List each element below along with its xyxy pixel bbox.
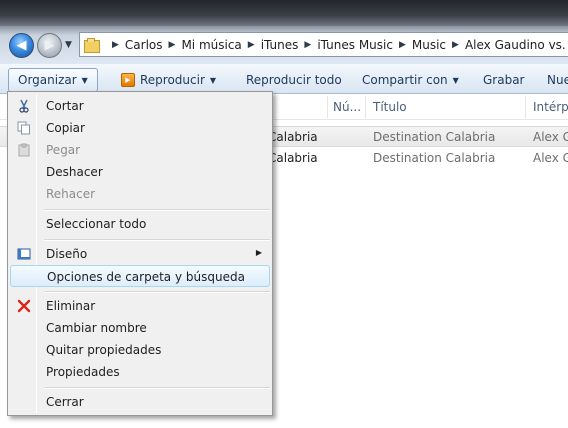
play-icon: ▶ <box>121 73 135 87</box>
menu-item-label: Pegar <box>46 143 81 157</box>
forward-arrow-icon: ▶ <box>44 38 55 53</box>
menu-item-undo[interactable]: Deshacer <box>10 161 270 183</box>
recent-pages-dropdown[interactable]: ▼ <box>65 40 75 50</box>
column-header-title[interactable]: Título <box>373 100 407 114</box>
copy-icon <box>16 120 32 136</box>
column-divider[interactable] <box>525 96 526 118</box>
menu-item-properties[interactable]: Propiedades <box>10 361 270 383</box>
organize-button[interactable]: Organizar ▼ <box>8 68 98 92</box>
menu-item-delete[interactable]: Eliminar <box>10 295 270 317</box>
chevron-right-icon[interactable]: ▶ <box>399 40 406 50</box>
command-bar: Organizar ▼ ▶ Reproducir ▼ Reproducir to… <box>0 64 568 94</box>
organize-menu: Cortar Copiar Pegar Deshacer Rehacer Sel… <box>7 91 273 416</box>
layout-icon <box>16 246 32 262</box>
column-header-artist[interactable]: Intérpr <box>533 100 568 114</box>
menu-item-label: Rehacer <box>46 187 96 201</box>
menu-item-label: Eliminar <box>46 299 96 313</box>
chevron-right-icon[interactable]: ▶ <box>169 40 176 50</box>
menu-item-paste[interactable]: Pegar <box>10 139 270 161</box>
new-folder-label: Nue <box>547 73 568 87</box>
clipboard-icon <box>16 142 32 158</box>
menu-item-label: Diseño <box>46 247 88 261</box>
file-name: Calabria <box>268 130 318 144</box>
chevron-right-icon[interactable]: ▶ <box>304 40 311 50</box>
burn-button[interactable]: Grabar <box>483 70 525 90</box>
chevron-down-icon: ▼ <box>81 75 88 85</box>
breadcrumb-item[interactable]: Carlos <box>125 38 163 52</box>
organize-label: Organizar <box>18 73 77 87</box>
menu-item-label: Cortar <box>46 99 84 113</box>
back-arrow-icon: ◀ <box>16 38 27 53</box>
forward-button[interactable]: ▶ <box>37 33 62 58</box>
menu-separator <box>44 209 270 211</box>
menu-item-remove-properties[interactable]: Quitar propiedades <box>10 339 270 361</box>
back-button[interactable]: ◀ <box>9 33 34 58</box>
menu-item-label: Deshacer <box>46 165 103 179</box>
menu-separator <box>44 291 270 293</box>
address-bar[interactable]: ▶ Carlos ▶ Mi música ▶ iTunes ▶ iTunes M… <box>79 32 568 57</box>
menu-item-label: Cambiar nombre <box>46 321 147 335</box>
file-title: Destination Calabria <box>373 130 496 144</box>
menu-item-layout[interactable]: Diseño ▶ <box>10 243 270 265</box>
chevron-right-icon[interactable]: ▶ <box>452 40 459 50</box>
glass-frame <box>0 0 568 26</box>
submenu-arrow-icon: ▶ <box>255 248 262 257</box>
new-folder-button[interactable]: Nue <box>547 70 568 90</box>
menu-separator <box>44 239 270 241</box>
scissors-icon <box>16 98 32 114</box>
breadcrumb-item[interactable]: iTunes <box>261 38 299 52</box>
delete-x-icon <box>16 298 32 314</box>
column-divider[interactable] <box>327 96 328 118</box>
chevron-right-icon[interactable]: ▶ <box>248 40 255 50</box>
burn-label: Grabar <box>483 73 525 87</box>
menu-item-label: Opciones de carpeta y búsqueda <box>47 270 245 284</box>
folder-icon <box>84 37 100 53</box>
menu-item-rename[interactable]: Cambiar nombre <box>10 317 270 339</box>
chevron-down-icon: ▼ <box>209 75 217 85</box>
menu-separator <box>44 387 270 389</box>
menu-item-folder-options[interactable]: Opciones de carpeta y búsqueda <box>10 265 270 287</box>
file-artist: Alex Ga <box>533 130 568 144</box>
breadcrumb-item[interactable]: Music <box>412 38 446 52</box>
play-all-label: Reproducir todo <box>246 73 342 87</box>
share-button[interactable]: Compartir con ▼ <box>362 70 459 90</box>
play-all-button[interactable]: Reproducir todo <box>246 70 342 90</box>
share-label: Compartir con <box>362 73 448 87</box>
file-artist: Alex Ga <box>533 151 568 165</box>
chevron-right-icon[interactable]: ▶ <box>112 40 119 50</box>
breadcrumb-item[interactable]: Mi música <box>181 38 241 52</box>
play-button[interactable]: ▶ Reproducir ▼ <box>121 70 216 90</box>
menu-item-label: Copiar <box>46 121 85 135</box>
menu-item-label: Propiedades <box>46 365 120 379</box>
menu-item-label: Seleccionar todo <box>46 217 147 231</box>
play-label: Reproducir <box>140 73 205 87</box>
column-divider[interactable] <box>365 96 366 118</box>
file-name: Calabria <box>268 151 318 165</box>
menu-item-cut[interactable]: Cortar <box>10 95 270 117</box>
chevron-down-icon: ▼ <box>452 75 459 85</box>
menu-item-select-all[interactable]: Seleccionar todo <box>10 213 270 235</box>
menu-item-redo[interactable]: Rehacer <box>10 183 270 205</box>
file-title: Destination Calabria <box>373 151 496 165</box>
breadcrumb-item[interactable]: iTunes Music <box>317 38 393 52</box>
column-header-number[interactable]: Nú... <box>333 100 361 114</box>
menu-item-label: Quitar propiedades <box>46 343 162 357</box>
menu-item-close[interactable]: Cerrar <box>10 391 270 413</box>
breadcrumb-item[interactable]: Alex Gaudino vs. Crys <box>465 38 568 52</box>
menu-item-copy[interactable]: Copiar <box>10 117 270 139</box>
menu-item-label: Cerrar <box>46 395 84 409</box>
